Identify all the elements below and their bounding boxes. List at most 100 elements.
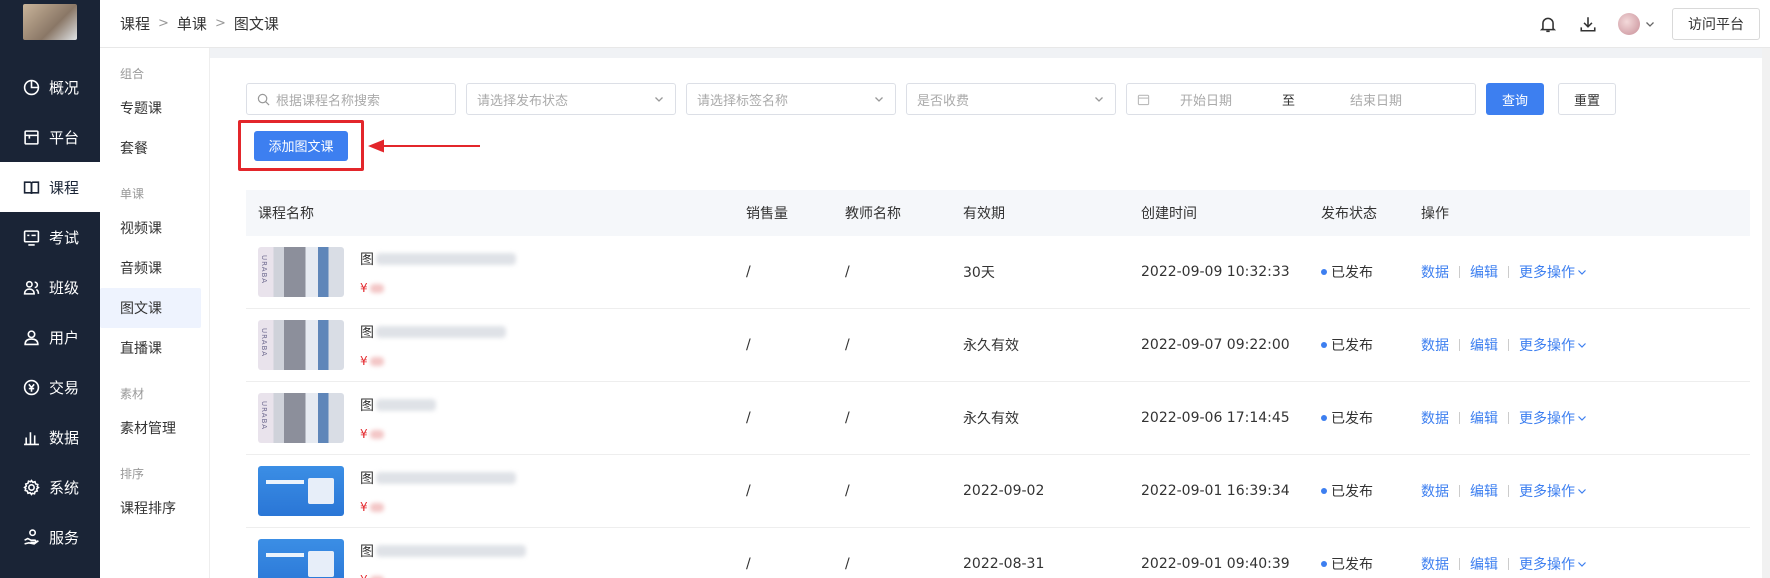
- visit-platform-button[interactable]: 访问平台: [1672, 7, 1760, 40]
- subnav-item-topic[interactable]: 专题课: [100, 88, 201, 128]
- course-title[interactable]: 图: [360, 322, 506, 342]
- book-icon: [22, 178, 40, 196]
- store-icon: [22, 128, 40, 146]
- nav-item-platform[interactable]: 平台: [0, 112, 100, 162]
- data-link[interactable]: 数据: [1421, 408, 1449, 428]
- nav-item-course[interactable]: 课程: [0, 162, 100, 212]
- edit-link[interactable]: 编辑: [1470, 554, 1498, 574]
- teacher-cell: /: [845, 483, 850, 499]
- more-actions-link[interactable]: 更多操作: [1519, 481, 1575, 501]
- reset-button[interactable]: 重置: [1558, 83, 1617, 115]
- chevron-down-icon[interactable]: [1577, 413, 1587, 423]
- created-time-cell: 2022-09-06 17:14:45: [1141, 410, 1290, 426]
- download-icon[interactable]: [1578, 14, 1598, 34]
- course-name-cell: 图 ¥: [246, 539, 746, 578]
- dashboard-icon: [22, 78, 40, 96]
- course-name: 图 ¥: [360, 322, 506, 368]
- exam-icon: [22, 228, 40, 246]
- table-row: 图 ¥ / / 永久有效 2022-09-07 09:22:00 已发布 数据 …: [246, 309, 1750, 382]
- course-price: ¥: [360, 427, 436, 441]
- nav-item-service[interactable]: 服务: [0, 512, 100, 562]
- validity-cell: 永久有效: [963, 411, 1019, 427]
- nav-item-data[interactable]: 数据: [0, 412, 100, 462]
- nav-item-label: 用户: [49, 328, 80, 347]
- fee-select[interactable]: 是否收费: [906, 83, 1116, 115]
- data-link[interactable]: 数据: [1421, 335, 1449, 355]
- data-link[interactable]: 数据: [1421, 481, 1449, 501]
- divider: [1508, 266, 1509, 278]
- search-placeholder: 根据课程名称搜索: [276, 93, 381, 109]
- created-time-cell: 2022-09-01 09:40:39: [1141, 556, 1290, 572]
- divider: [1459, 558, 1460, 570]
- data-link[interactable]: 数据: [1421, 262, 1449, 282]
- table-row: 图 ¥ / / 2022-08-31 2022-09-01 09:40:39 已…: [246, 528, 1750, 578]
- divider: [1508, 412, 1509, 424]
- edit-link[interactable]: 编辑: [1470, 481, 1498, 501]
- operations-cell: 数据 编辑 更多操作: [1421, 335, 1750, 355]
- nav-item-class[interactable]: 班级: [0, 262, 100, 312]
- edit-link[interactable]: 编辑: [1470, 262, 1498, 282]
- course-title[interactable]: 图: [360, 249, 516, 269]
- chevron-down-icon[interactable]: [1577, 267, 1587, 277]
- header: 课程 > 单课 > 图文课 访问平台: [100, 0, 1770, 48]
- data-link[interactable]: 数据: [1421, 554, 1449, 574]
- tag-select[interactable]: 请选择标签名称: [686, 83, 896, 115]
- course-title[interactable]: 图: [360, 468, 516, 488]
- status-select[interactable]: 请选择发布状态: [466, 83, 676, 115]
- course-thumbnail[interactable]: [258, 247, 344, 297]
- sub-nav: 组合 专题课 套餐 单课 视频课 音频课 图文课 直播课 素材 素材管理 排序 …: [100, 48, 210, 578]
- nav-item-user[interactable]: 用户: [0, 312, 100, 362]
- divider: [1459, 266, 1460, 278]
- course-thumbnail[interactable]: [258, 539, 344, 578]
- chevron-down-icon[interactable]: [1577, 340, 1587, 350]
- breadcrumb-item[interactable]: 课程: [120, 13, 150, 34]
- price-symbol: ¥: [360, 354, 368, 368]
- chevron-down-icon[interactable]: [1577, 486, 1587, 496]
- nav-item-trade[interactable]: 交易: [0, 362, 100, 412]
- chevron-right-icon: >: [158, 16, 169, 31]
- more-actions-link[interactable]: 更多操作: [1519, 408, 1575, 428]
- course-title[interactable]: 图: [360, 541, 526, 561]
- nav-item-system[interactable]: 系统: [0, 462, 100, 512]
- column-header: 发布状态: [1321, 206, 1377, 222]
- search-input[interactable]: 根据课程名称搜索: [246, 83, 456, 115]
- page-scrollbar[interactable]: [1762, 48, 1770, 578]
- add-article-course-button[interactable]: 添加图文课: [254, 130, 348, 161]
- edit-link[interactable]: 编辑: [1470, 408, 1498, 428]
- more-actions-link[interactable]: 更多操作: [1519, 554, 1575, 574]
- subnav-item-sort[interactable]: 课程排序: [100, 488, 201, 528]
- end-date-input[interactable]: 结束日期: [1350, 90, 1402, 109]
- more-actions-link[interactable]: 更多操作: [1519, 262, 1575, 282]
- start-date-input[interactable]: 开始日期: [1180, 90, 1232, 109]
- chevron-down-icon[interactable]: [1644, 18, 1656, 30]
- course-title-text: 图: [360, 398, 374, 414]
- nav-item-exam[interactable]: 考试: [0, 212, 100, 262]
- column-header: 操作: [1421, 206, 1449, 222]
- subnav-item-package[interactable]: 套餐: [100, 128, 201, 168]
- breadcrumb-item[interactable]: 单课: [177, 13, 207, 34]
- query-button[interactable]: 查询: [1486, 83, 1545, 115]
- subnav-item-video[interactable]: 视频课: [100, 208, 201, 248]
- edit-link[interactable]: 编辑: [1470, 335, 1498, 355]
- subnav-item-audio[interactable]: 音频课: [100, 248, 201, 288]
- table-row: 图 ¥ / / 2022-09-02 2022-09-01 16:39:34 已…: [246, 455, 1750, 528]
- nav-item-overview[interactable]: 概况: [0, 62, 100, 112]
- course-thumbnail[interactable]: [258, 393, 344, 443]
- validity-cell: 30天: [963, 265, 995, 281]
- logo[interactable]: [23, 4, 77, 40]
- status-text: 已发布: [1331, 557, 1373, 573]
- bell-icon[interactable]: [1538, 14, 1558, 34]
- more-actions-link[interactable]: 更多操作: [1519, 335, 1575, 355]
- date-range-picker[interactable]: 开始日期 至 结束日期: [1126, 83, 1476, 115]
- teacher-cell: /: [845, 556, 850, 572]
- course-thumbnail[interactable]: [258, 320, 344, 370]
- course-thumbnail[interactable]: [258, 466, 344, 516]
- course-title[interactable]: 图: [360, 395, 436, 415]
- chevron-down-icon[interactable]: [1577, 559, 1587, 569]
- sales-cell: /: [746, 483, 751, 499]
- course-name: 图 ¥: [360, 395, 436, 441]
- subnav-item-article[interactable]: 图文课: [100, 288, 201, 328]
- avatar[interactable]: [1618, 12, 1640, 35]
- subnav-item-material[interactable]: 素材管理: [100, 408, 201, 448]
- subnav-item-live[interactable]: 直播课: [100, 328, 201, 368]
